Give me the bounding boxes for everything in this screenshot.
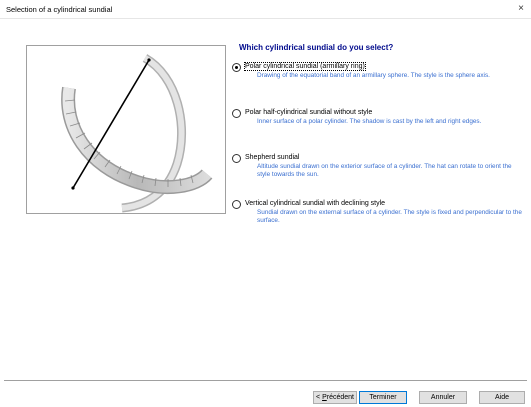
radio-button[interactable] [232,200,241,209]
title-bar: Selection of a cylindrical sundial × [0,0,531,19]
footer-separator [4,380,527,381]
option-description: Drawing of the equatorial band of an arm… [257,72,490,79]
option-description: Inner surface of a polar cylinder. The s… [257,118,482,125]
armillary-ring-image [61,54,213,213]
cancel-button[interactable]: Annuler [419,391,467,404]
dialog-window: Selection of a cylindrical sundial × Whi… [0,0,531,407]
help-button[interactable]: Aide [479,391,525,404]
window-title: Selection of a cylindrical sundial [6,5,113,14]
option-label[interactable]: Shepherd sundial [245,154,300,161]
option-label[interactable]: Polar half-cylindrical sundial without s… [245,109,372,116]
radio-button-selected[interactable] [232,63,241,72]
option-description: Sundial drawn on the external surface of… [257,209,522,224]
sundial-illustration [26,45,226,214]
finish-button[interactable]: Terminer [359,391,407,404]
previous-button[interactable]: < Précédent [313,391,357,404]
option-label[interactable]: Vertical cylindrical sundial with declin… [245,200,385,207]
option-label[interactable]: Polar cylindrical sundial (armillary rin… [244,62,366,71]
question-heading: Which cylindrical sundial do you select? [239,43,394,52]
close-icon[interactable]: × [511,0,531,18]
option-description: Altitude sundial drawn on the exterior s… [257,163,512,178]
radio-button[interactable] [232,154,241,163]
previous-button-label: < Précédent [316,394,354,401]
radio-button[interactable] [232,109,241,118]
